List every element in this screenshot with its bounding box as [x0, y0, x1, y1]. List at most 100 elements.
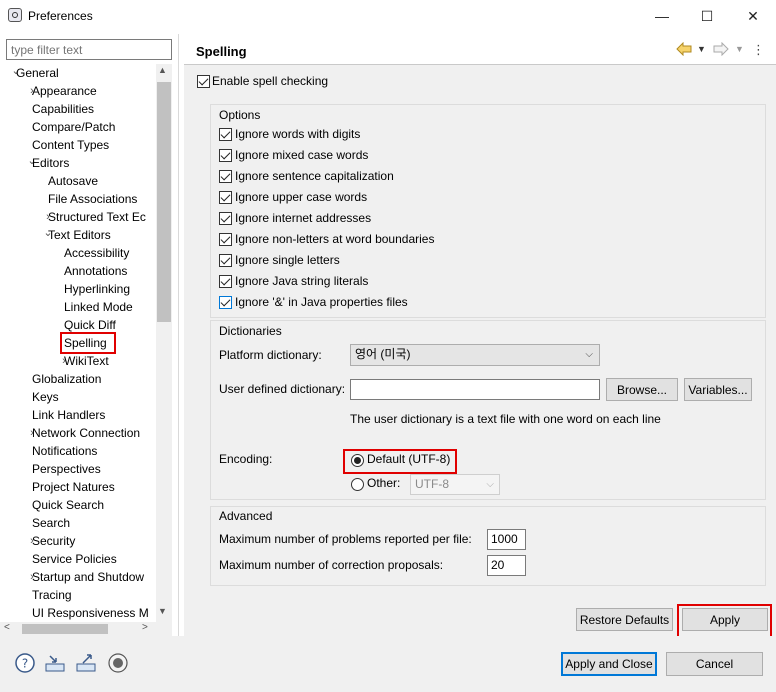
cancel-button[interactable]: Cancel — [666, 652, 763, 676]
view-menu-icon[interactable]: ⋮ — [752, 42, 765, 58]
option-checkbox[interactable] — [219, 275, 232, 288]
option-checkbox[interactable] — [219, 254, 232, 267]
tree-item[interactable]: Keys — [32, 388, 59, 406]
back-nav-icon[interactable] — [676, 41, 692, 59]
other-encoding-select[interactable]: UTF-8 ⌵ — [410, 474, 500, 495]
maximize-button[interactable]: ☐ — [685, 4, 729, 28]
options-group-title: Options — [219, 108, 261, 122]
platform-dictionary-label: Platform dictionary: — [219, 348, 322, 362]
chevron-down-icon: ⌵ — [486, 479, 494, 490]
scroll-down-icon[interactable]: ▼ — [158, 606, 167, 616]
option-checkbox[interactable] — [219, 149, 232, 162]
other-encoding-label: Other: — [367, 476, 401, 490]
option-label: Ignore non-letters at word boundaries — [235, 232, 435, 246]
record-icon[interactable] — [107, 652, 129, 674]
tree-item[interactable]: Service Policies — [32, 550, 117, 568]
tree-item[interactable]: Hyperlinking — [64, 280, 130, 298]
import-icon[interactable] — [44, 652, 66, 674]
option-label: Ignore internet addresses — [235, 211, 372, 225]
option-checkbox[interactable] — [219, 170, 232, 183]
scroll-left-icon[interactable]: < — [4, 622, 10, 633]
option-label: Ignore words with digits — [235, 127, 361, 141]
max-problems-label: Maximum number of problems reported per … — [219, 532, 472, 546]
user-dictionary-label: User defined dictionary: — [219, 382, 346, 396]
option-checkbox[interactable] — [219, 233, 232, 246]
option-label: Ignore upper case words — [235, 190, 368, 204]
other-encoding-value: UTF-8 — [415, 477, 449, 491]
tree-item[interactable]: WikiText — [64, 352, 109, 370]
apply-and-close-button[interactable]: Apply and Close — [561, 652, 657, 676]
filter-input[interactable] — [6, 39, 172, 60]
tree-item[interactable]: UI Responsiveness M — [32, 604, 149, 622]
preference-tree: ⌄ General › Appearance Capabilities Compare/P… — [0, 64, 172, 622]
tree-item[interactable]: Content Types — [32, 136, 109, 154]
tree-item[interactable]: Tracing — [32, 586, 72, 604]
tree-item[interactable]: Search — [32, 514, 70, 532]
tree-item[interactable]: Startup and Shutdow — [32, 568, 144, 586]
tree-item[interactable]: Autosave — [48, 172, 98, 190]
tree-item[interactable]: Accessibility — [64, 244, 129, 262]
page-title: Spelling — [196, 44, 247, 59]
highlight-apply — [677, 604, 772, 638]
export-icon[interactable] — [75, 652, 97, 674]
highlight-spelling-item — [60, 332, 116, 354]
option-checkbox[interactable] — [219, 191, 232, 204]
option-label: Ignore single letters — [235, 253, 340, 267]
scroll-right-icon[interactable]: > — [142, 622, 148, 633]
tree-item[interactable]: General — [16, 64, 59, 82]
tree-item[interactable]: Notifications — [32, 442, 97, 460]
window-title: Preferences — [28, 9, 93, 23]
svg-text:?: ? — [22, 657, 28, 671]
tree-item[interactable]: Compare/Patch — [32, 118, 115, 136]
help-icon[interactable]: ? — [14, 652, 36, 674]
forward-menu-icon[interactable]: ▼ — [735, 44, 744, 54]
option-label: Ignore sentence capitalization — [235, 169, 394, 183]
eclipse-app-icon — [8, 8, 22, 22]
option-checkbox[interactable] — [219, 212, 232, 225]
max-corrections-input[interactable]: 20 — [487, 555, 526, 576]
tree-item[interactable]: Security — [32, 532, 75, 550]
option-checkbox[interactable] — [219, 296, 232, 309]
max-problems-input[interactable]: 1000 — [487, 529, 526, 550]
restore-defaults-button[interactable]: Restore Defaults — [576, 608, 673, 631]
highlight-default-encoding — [343, 449, 457, 474]
scroll-up-icon[interactable]: ▲ — [158, 65, 167, 75]
tree-item[interactable]: File Associations — [48, 190, 137, 208]
tree-item[interactable]: Perspectives — [32, 460, 101, 478]
tree-item[interactable]: Annotations — [64, 262, 127, 280]
tree-item[interactable]: Link Handlers — [32, 406, 105, 424]
back-menu-icon[interactable]: ▼ — [697, 44, 706, 54]
close-button[interactable]: ✕ — [731, 4, 775, 28]
tree-hscroll-thumb[interactable] — [22, 624, 108, 634]
tree-item[interactable]: Text Editors — [48, 226, 111, 244]
encoding-label: Encoding: — [219, 452, 273, 466]
minimize-button[interactable]: — — [640, 4, 684, 28]
variables-button[interactable]: Variables... — [684, 378, 752, 401]
max-corrections-label: Maximum number of correction proposals: — [219, 558, 444, 572]
option-label: Ignore Java string literals — [235, 274, 369, 288]
browse-button[interactable]: Browse... — [606, 378, 678, 401]
enable-spell-label: Enable spell checking — [212, 74, 329, 88]
tree-scroll-thumb[interactable] — [157, 82, 171, 322]
enable-spell-checkbox[interactable] — [197, 75, 210, 88]
tree-item[interactable]: Linked Mode — [64, 298, 133, 316]
tree-item[interactable]: Capabilities — [32, 100, 94, 118]
platform-dictionary-select[interactable]: 영어 (미국) ⌵ — [350, 344, 600, 366]
tree-item[interactable]: Structured Text Ec — [48, 208, 146, 226]
tree-item[interactable]: Globalization — [32, 370, 101, 388]
dictionaries-group-title: Dictionaries — [219, 324, 282, 338]
tree-item[interactable]: Network Connection — [32, 424, 140, 442]
other-encoding-radio[interactable] — [351, 478, 364, 491]
platform-dictionary-value: 영어 (미국) — [355, 347, 411, 361]
tree-item[interactable]: Project Natures — [32, 478, 115, 496]
option-checkbox[interactable] — [219, 128, 232, 141]
tree-item[interactable]: Editors — [32, 154, 69, 172]
tree-item[interactable]: Appearance — [32, 82, 97, 100]
user-dictionary-hint: The user dictionary is a text file with … — [350, 412, 661, 426]
option-label: Ignore '&' in Java properties files — [235, 295, 408, 309]
forward-nav-icon[interactable] — [713, 41, 729, 59]
user-dictionary-input[interactable] — [350, 379, 600, 400]
tree-item[interactable]: Quick Search — [32, 496, 104, 514]
pane-divider[interactable] — [178, 34, 179, 636]
advanced-group-title: Advanced — [219, 509, 273, 523]
